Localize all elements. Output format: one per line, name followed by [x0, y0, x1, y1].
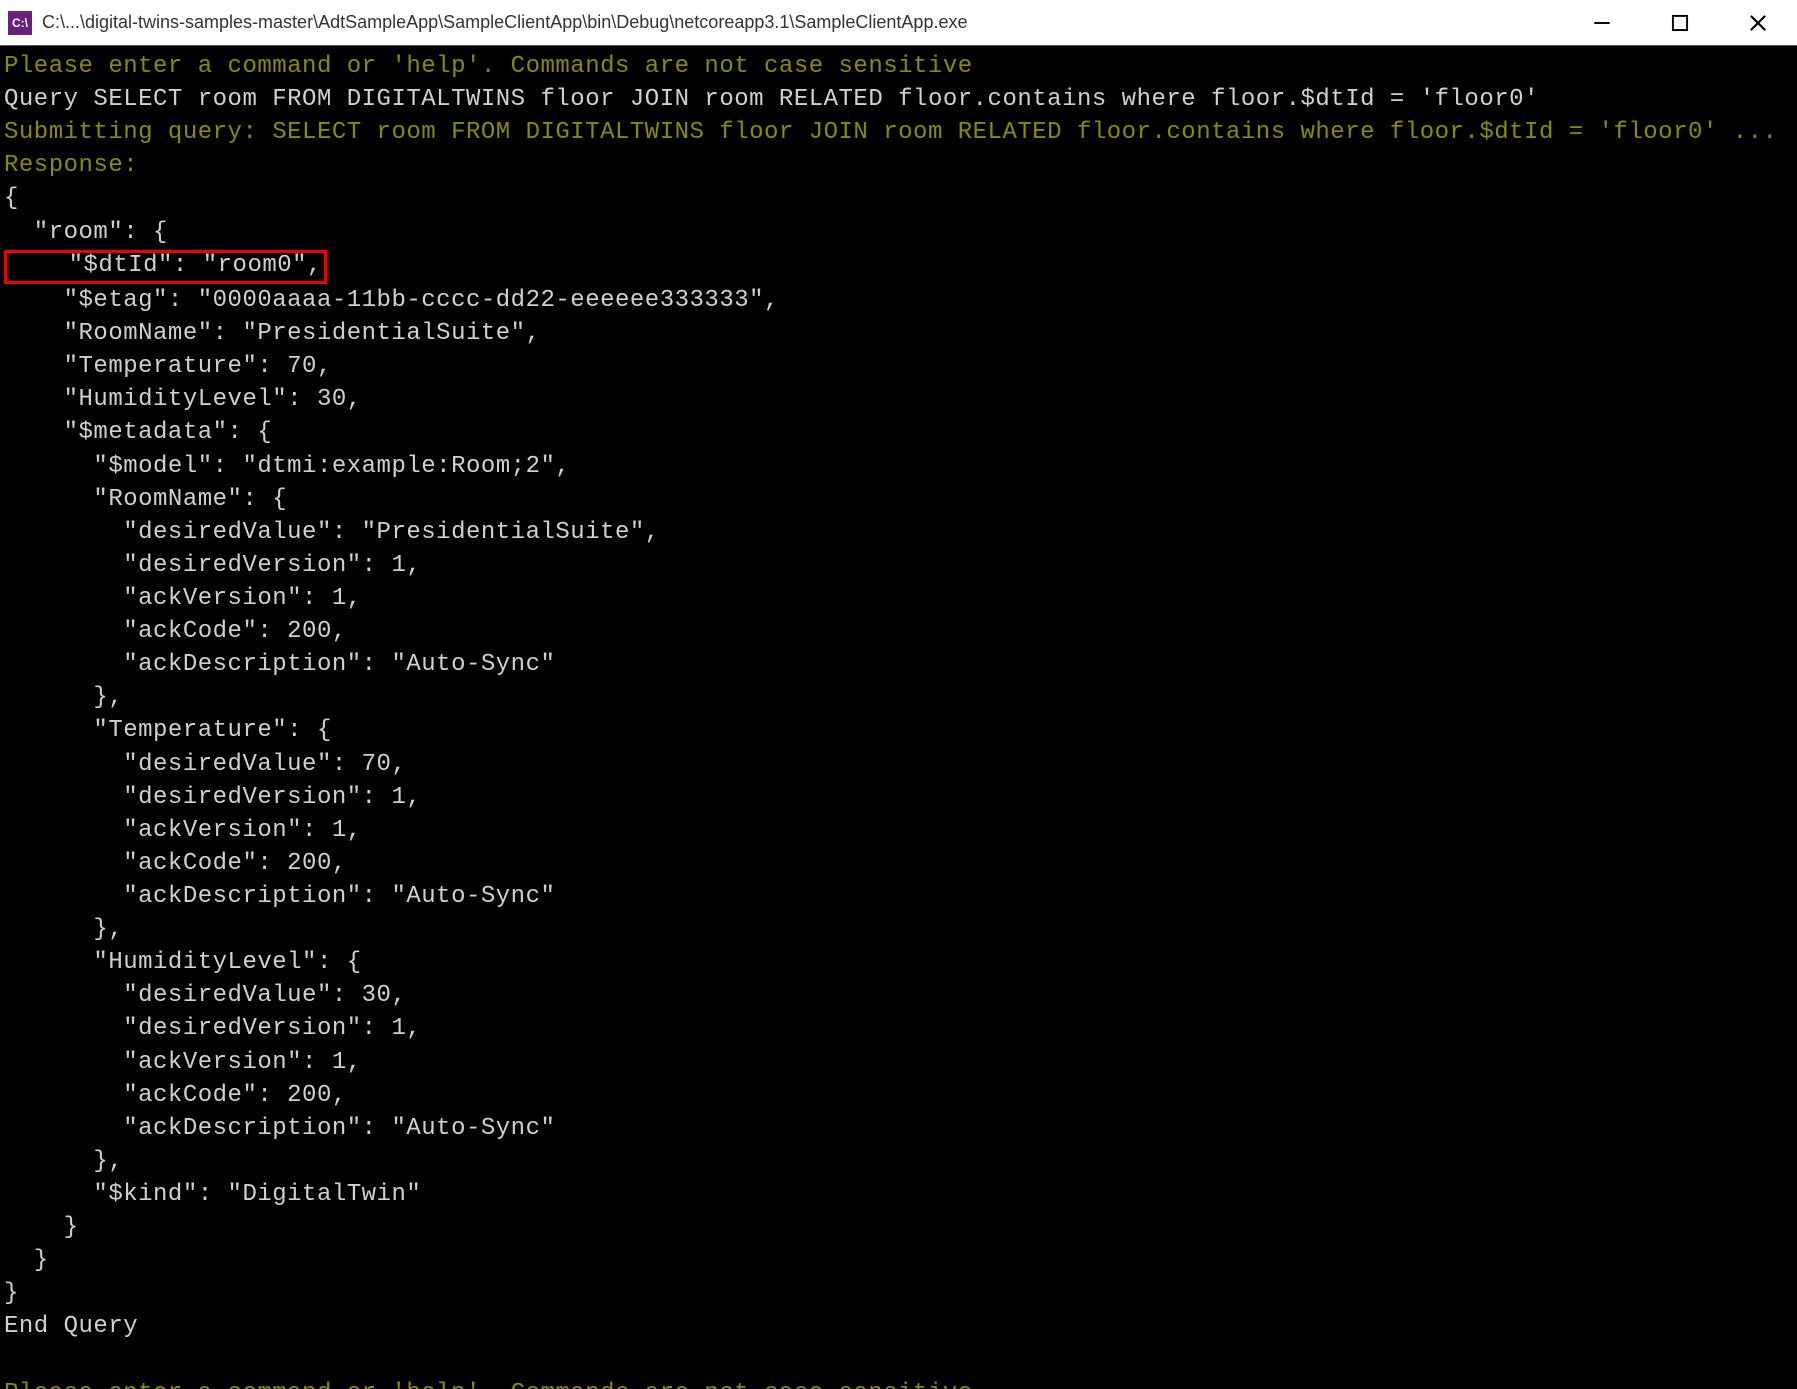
json-output-line: "desiredVersion": 1, [4, 1015, 421, 1042]
json-output-line: }, [4, 916, 123, 943]
json-output-line: "desiredValue": 30, [4, 982, 406, 1009]
end-query: End Query [4, 1313, 138, 1340]
window-controls [1563, 0, 1797, 45]
app-window: C:\ C:\...\digital-twins-samples-master\… [0, 0, 1797, 1389]
json-output-line: "$kind": "DigitalTwin" [4, 1181, 421, 1208]
query-echo: Query SELECT room FROM DIGITALTWINS floo… [4, 86, 1539, 113]
window-title: C:\...\digital-twins-samples-master\AdtS… [42, 12, 1563, 33]
minimize-button[interactable] [1563, 0, 1641, 45]
json-output-line: } [4, 1280, 19, 1307]
response-label: Response: [4, 152, 138, 179]
prompt-text: Please enter a command or 'help'. Comman… [4, 53, 973, 80]
close-button[interactable] [1719, 0, 1797, 45]
json-output-line: { [4, 185, 19, 212]
json-output-line: "Temperature": 70, [4, 353, 332, 380]
json-output-line: "ackCode": 200, [4, 850, 347, 877]
json-output-line: "$model": "dtmi:example:Room;2", [4, 453, 570, 480]
json-output-line: "ackCode": 200, [4, 1082, 347, 1109]
json-output-line: "ackCode": 200, [4, 618, 347, 645]
app-icon: C:\ [8, 11, 32, 35]
json-output-line: "ackVersion": 1, [4, 585, 362, 612]
json-output-line: }, [4, 1148, 123, 1175]
json-output-line: "Temperature": { [4, 717, 332, 744]
json-output-line: "$metadata": { [4, 419, 272, 446]
json-output-line: "desiredValue": "PresidentialSuite", [4, 519, 660, 546]
json-output-line: "RoomName": { [4, 486, 287, 513]
json-output-line: "ackVersion": 1, [4, 817, 362, 844]
json-output-line: "desiredValue": 70, [4, 751, 406, 778]
json-output-line: "ackDescription": "Auto-Sync" [4, 883, 555, 910]
json-output-line: } [4, 1247, 49, 1274]
json-output-line: "ackVersion": 1, [4, 1049, 362, 1076]
json-output-line: "room": { [4, 219, 168, 246]
prompt-text: Please enter a command or 'help'. Comman… [4, 1380, 973, 1389]
json-output-line: "RoomName": "PresidentialSuite", [4, 320, 540, 347]
json-output-line: "desiredVersion": 1, [4, 552, 421, 579]
json-output-line: "HumidityLevel": 30, [4, 386, 362, 413]
submitting-text: Submitting query: SELECT room FROM DIGIT… [4, 119, 1777, 146]
json-output-line: "HumidityLevel": { [4, 949, 362, 976]
json-output-line: } [4, 1214, 79, 1241]
highlight-dtid: "$dtId": "room0", [4, 250, 327, 284]
json-output-line: "ackDescription": "Auto-Sync" [4, 651, 555, 678]
json-output-line: "$etag": "0000aaaa-11bb-cccc-dd22-eeeeee… [4, 287, 779, 314]
maximize-button[interactable] [1641, 0, 1719, 45]
terminal-output[interactable]: Please enter a command or 'help'. Comman… [0, 46, 1797, 1389]
json-output-line: "$dtId": "room0", [4, 252, 327, 279]
json-output-line: "desiredVersion": 1, [4, 784, 421, 811]
titlebar[interactable]: C:\ C:\...\digital-twins-samples-master\… [0, 0, 1797, 46]
json-output-line: "ackDescription": "Auto-Sync" [4, 1115, 555, 1142]
json-output-line: }, [4, 684, 123, 711]
